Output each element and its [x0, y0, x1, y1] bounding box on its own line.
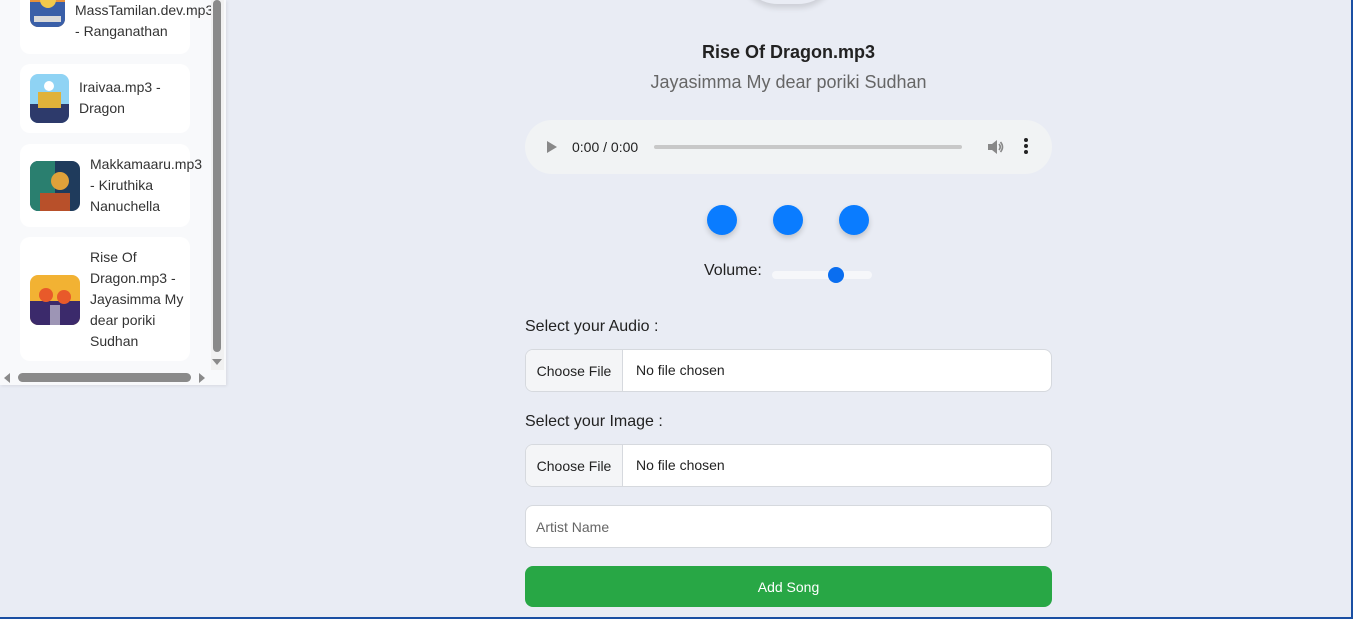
song-artist: Jayasimma My dear poriki Sudhan — [90, 291, 184, 349]
album-disc — [738, 0, 838, 4]
scroll-left-icon[interactable] — [4, 373, 10, 383]
vertical-scrollbar-thumb[interactable] — [213, 0, 221, 352]
now-playing-title: Rise Of Dragon.mp3 — [701, 42, 876, 62]
scroll-right-icon[interactable] — [199, 373, 205, 383]
choose-image-button[interactable]: Choose File — [526, 445, 623, 486]
song-title: Iraivaa.mp3 — [79, 79, 153, 95]
playlist-item[interactable]: Rise Of Dragon.mp3 - Jayasimma My dear p… — [20, 237, 190, 361]
now-playing-artist: Jayasimma My dear poriki Sudhan — [650, 72, 927, 92]
choose-audio-button[interactable]: Choose File — [526, 350, 623, 391]
song-title: Makkamaaru.mp3 — [90, 156, 203, 172]
playlist-item[interactable]: Makkamaaru.mp3 - Kiruthika Nanuchella — [20, 144, 202, 227]
audio-player[interactable]: 0:00 / 0:00 — [525, 120, 1052, 174]
play-icon[interactable] — [547, 141, 557, 153]
song-artist: Kiruthika Nanuchella — [90, 177, 161, 214]
song-title: MassTamilan.dev.mp3 — [75, 2, 214, 18]
playlist-item[interactable]: MassTamilan.dev.mp3 - Ranganathan — [20, 0, 213, 54]
horizontal-scrollbar-thumb[interactable] — [18, 373, 191, 382]
seek-bar[interactable] — [654, 145, 962, 149]
song-title: Rise Of Dragon.mp3 — [90, 249, 168, 286]
song-artist: Dragon — [79, 100, 125, 116]
album-thumbnail — [30, 74, 69, 123]
playlist-sidebar: MassTamilan.dev.mp3 - Ranganathan Iraiva… — [0, 0, 226, 385]
image-file-input[interactable]: Choose File No file chosen — [525, 444, 1052, 487]
time-display: 0:00 / 0:00 — [572, 139, 639, 155]
audio-file-input[interactable]: Choose File No file chosen — [525, 349, 1052, 392]
volume-slider-handle[interactable] — [828, 267, 844, 283]
image-file-status: No file chosen — [636, 457, 725, 473]
album-thumbnail — [30, 161, 80, 211]
audio-file-status: No file chosen — [636, 362, 725, 378]
more-options-icon[interactable] — [1023, 138, 1029, 156]
album-thumbnail — [30, 0, 65, 27]
play-pause-button[interactable] — [773, 205, 803, 235]
speaker-icon[interactable] — [985, 137, 1005, 157]
volume-label: Volume: — [704, 262, 762, 279]
previous-button[interactable] — [707, 205, 737, 235]
song-artist: Ranganathan — [83, 23, 168, 39]
audio-label: Select your Audio : — [525, 318, 659, 335]
image-label: Select your Image : — [525, 413, 663, 430]
album-thumbnail — [30, 275, 80, 325]
volume-slider[interactable] — [772, 271, 872, 279]
next-button[interactable] — [839, 205, 869, 235]
scroll-down-icon[interactable] — [212, 359, 222, 365]
add-song-button[interactable]: Add Song — [525, 566, 1052, 607]
artist-name-input[interactable] — [525, 505, 1052, 548]
playlist-item[interactable]: Iraivaa.mp3 - Dragon — [20, 64, 190, 133]
